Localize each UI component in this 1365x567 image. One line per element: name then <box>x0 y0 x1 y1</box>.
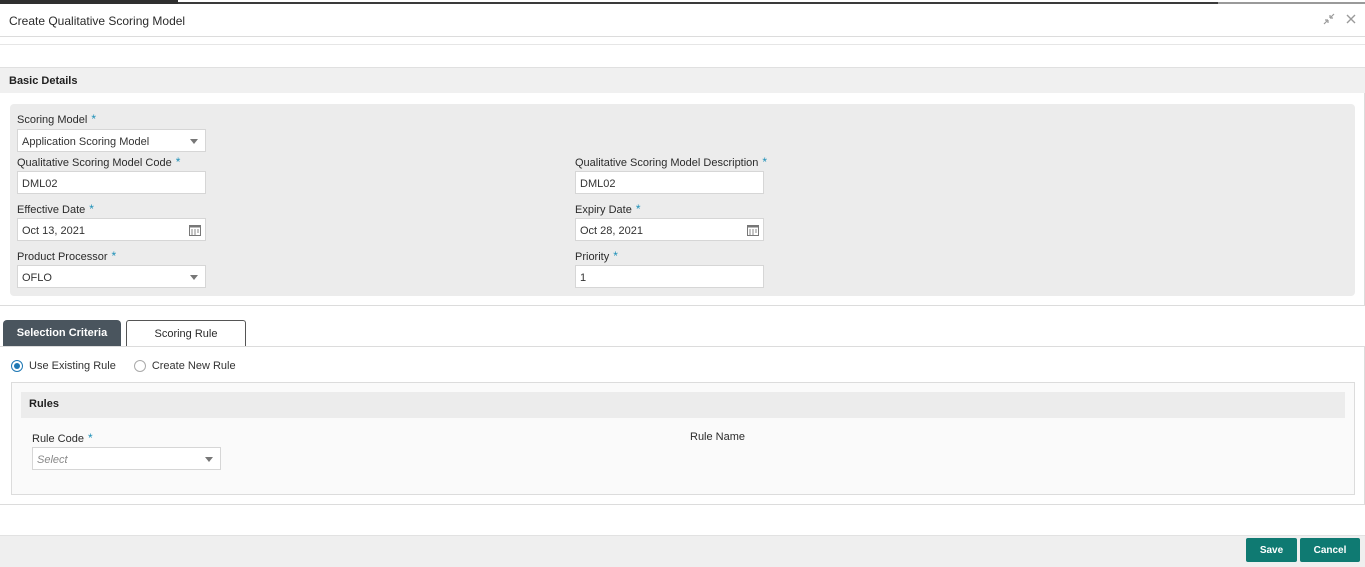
model-description-value: DML02 <box>580 178 616 190</box>
collapse-icon[interactable] <box>1323 12 1335 25</box>
rule-code-label-text: Rule Code <box>32 433 84 445</box>
radio-selected-icon[interactable] <box>11 360 23 372</box>
rules-header: Rules <box>21 392 1345 418</box>
required-marker: * <box>87 431 93 445</box>
rule-code-select[interactable]: Select <box>32 447 221 470</box>
rule-option-group: Use Existing Rule Create New Rule <box>11 360 254 372</box>
required-marker: * <box>91 112 96 126</box>
model-code-input[interactable]: DML02 <box>17 171 206 194</box>
rule-name-label-text: Rule Name <box>690 431 746 443</box>
calendar-icon[interactable] <box>747 224 759 236</box>
priority-value: 1 <box>580 272 587 284</box>
chevron-down-icon <box>190 275 198 280</box>
model-description-label: Qualitative Scoring Model Description * <box>575 155 767 169</box>
effective-date-value: Oct 13, 2021 <box>22 225 85 237</box>
divider <box>0 44 1365 45</box>
required-marker: * <box>762 155 768 169</box>
chevron-down-icon <box>190 139 198 144</box>
rule-name-label: Rule Name <box>690 431 745 443</box>
expiry-date-label-text: Expiry Date <box>575 204 632 216</box>
effective-date-label-text: Effective Date <box>17 204 86 216</box>
model-code-label-text: Qualitative Scoring Model Code <box>17 157 172 169</box>
expiry-date-label: Expiry Date * <box>575 202 641 216</box>
footer-bar <box>0 535 1365 567</box>
save-button[interactable]: Save <box>1246 538 1297 562</box>
basic-details-header: Basic Details <box>0 67 1365 93</box>
model-code-value: DML02 <box>22 178 58 190</box>
window-title: Create Qualitative Scoring Model <box>9 14 186 28</box>
expiry-date-value: Oct 28, 2021 <box>580 225 643 237</box>
scoring-model-value: Application Scoring Model <box>22 136 150 148</box>
priority-label: Priority * <box>575 249 618 263</box>
use-existing-rule-label: Use Existing Rule <box>29 360 116 372</box>
window-titlebar: Create Qualitative Scoring Model <box>0 4 1365 37</box>
required-marker: * <box>89 202 94 216</box>
model-description-label-text: Qualitative Scoring Model Description <box>575 157 759 169</box>
create-new-rule-label: Create New Rule <box>151 360 236 372</box>
required-marker: * <box>635 202 641 216</box>
rule-code-label: Rule Code * <box>32 431 93 445</box>
window-controls <box>1323 12 1357 25</box>
rules-title: Rules <box>29 398 59 410</box>
scoring-model-select[interactable]: Application Scoring Model <box>17 129 206 152</box>
required-marker: * <box>111 249 117 263</box>
product-processor-select[interactable]: OFLO <box>17 265 206 288</box>
priority-input[interactable]: 1 <box>575 265 764 288</box>
scoring-model-label: Scoring Model * <box>17 112 96 126</box>
radio-unselected-icon[interactable] <box>133 360 146 372</box>
model-description-input[interactable]: DML02 <box>575 171 764 194</box>
cancel-button[interactable]: Cancel <box>1300 538 1360 562</box>
product-processor-label: Product Processor * <box>17 249 116 263</box>
product-processor-value: OFLO <box>22 272 52 284</box>
use-existing-rule-option[interactable]: Use Existing Rule <box>11 360 116 372</box>
calendar-icon[interactable] <box>189 224 201 236</box>
model-code-label: Qualitative Scoring Model Code * <box>17 155 180 169</box>
effective-date-input[interactable]: Oct 13, 2021 <box>17 218 206 241</box>
close-icon[interactable] <box>1345 12 1357 24</box>
effective-date-label: Effective Date * <box>17 202 94 216</box>
product-processor-label-text: Product Processor <box>17 251 108 263</box>
rule-code-placeholder: Select <box>37 454 68 466</box>
basic-details-title: Basic Details <box>9 75 78 87</box>
create-new-rule-option[interactable]: Create New Rule <box>133 360 236 372</box>
expiry-date-input[interactable]: Oct 28, 2021 <box>575 218 764 241</box>
scoring-model-label-text: Scoring Model <box>17 114 88 126</box>
chevron-down-icon <box>205 457 213 462</box>
priority-label-text: Priority <box>575 251 610 263</box>
tab-selection-criteria[interactable]: Selection Criteria <box>3 320 121 347</box>
required-marker: * <box>175 155 181 169</box>
tab-scoring-rule[interactable]: Scoring Rule <box>126 320 246 347</box>
required-marker: * <box>613 249 618 263</box>
